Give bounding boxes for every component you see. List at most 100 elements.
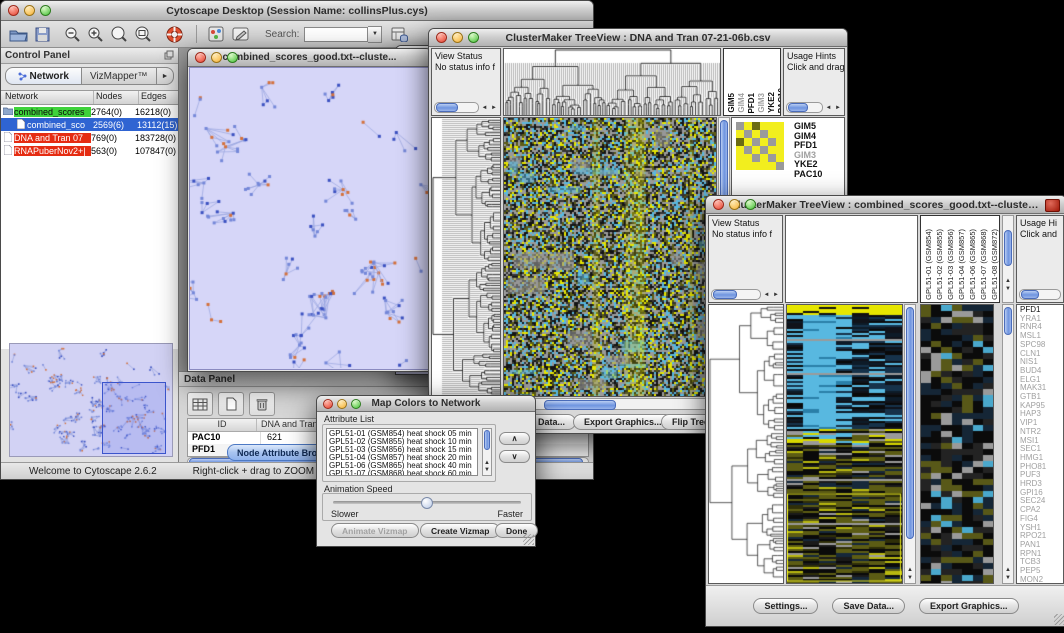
view-status-scrollbar[interactable]: ◄ ► <box>711 289 780 300</box>
delete-attribute-trash-icon[interactable] <box>249 392 275 416</box>
open-file-icon[interactable] <box>9 27 28 42</box>
minimize-button[interactable] <box>211 52 222 63</box>
new-attribute-icon[interactable] <box>218 392 244 416</box>
attribute-select-icon[interactable] <box>187 392 213 416</box>
matrix-cell <box>744 122 752 130</box>
id-column-header[interactable]: ID <box>188 419 257 431</box>
attribute-browser-icon[interactable] <box>391 26 408 42</box>
tv1-column-labels[interactable]: GIM5GIM4PFD1GIM3YKE2PAC10 <box>723 48 781 116</box>
vizmapper-icon[interactable] <box>208 26 224 42</box>
network-row-selected[interactable]: combined_sco 2569(6) 13112(15) <box>1 118 178 131</box>
network-graph-canvas[interactable] <box>190 68 429 368</box>
network-view-titlebar[interactable]: combined_scores_good.txt--cluste... <box>188 49 431 67</box>
zoom-fit-icon[interactable] <box>110 26 128 42</box>
tv1-zoom-matrix[interactable] <box>736 122 784 170</box>
tv2-save-data-button[interactable]: Save Data... <box>832 598 905 614</box>
zoom-button[interactable] <box>351 399 361 409</box>
zoom-button[interactable] <box>227 52 238 63</box>
tv1-column-dendrogram[interactable] <box>503 48 721 116</box>
treeview2-titlebar[interactable]: ClusterMaker TreeView : combined_scores_… <box>706 196 1064 214</box>
tv2-export-graphics-button[interactable]: Export Graphics... <box>919 598 1019 614</box>
tv2-settings-button[interactable]: Settings... <box>753 598 818 614</box>
tv2-heatmap-scrollbar[interactable]: ▲ ▼ <box>904 304 916 584</box>
zoom-button[interactable] <box>745 199 756 210</box>
minimize-button[interactable] <box>337 399 347 409</box>
tv2-genelist-scrollbar[interactable]: ▲ ▼ <box>1002 304 1014 584</box>
close-button[interactable] <box>436 32 447 43</box>
network-list-empty <box>1 157 178 349</box>
attribute-list-group: GPL51-01 (GSM854) heat shock 05 minGPL51… <box>322 424 496 482</box>
col-header-edges[interactable]: Edges <box>139 91 178 104</box>
close-button[interactable] <box>195 52 206 63</box>
network-nodes: 2569(6) <box>93 120 137 130</box>
col-header-network[interactable]: Network <box>1 91 94 104</box>
tv1-row-dendrogram[interactable] <box>431 117 501 397</box>
scroll-arrows[interactable]: ◄ ► <box>479 105 498 111</box>
move-down-button[interactable]: ∨ <box>499 450 530 463</box>
attribute-list[interactable]: GPL51-01 (GSM854) heat shock 05 minGPL51… <box>326 428 478 476</box>
create-vizmap-button[interactable]: Create Vizmap <box>420 523 500 538</box>
matrix-cell <box>768 154 776 162</box>
zoom-in-icon[interactable] <box>87 26 104 42</box>
minimize-button[interactable] <box>452 32 463 43</box>
tv1-export-graphics-button[interactable]: Export Graphics... <box>573 414 673 430</box>
close-button[interactable] <box>8 5 19 16</box>
tv2-column-dendrogram[interactable] <box>785 215 918 303</box>
tab-overflow-button[interactable]: ► <box>157 67 174 85</box>
tab-network[interactable]: Network <box>5 67 82 85</box>
scroll-arrows[interactable]: ◄ ► <box>761 292 780 298</box>
map-colors-dialog: Map Colors to Network Attribute List GPL… <box>316 395 536 547</box>
slider-thumb[interactable] <box>421 497 433 509</box>
close-button[interactable] <box>323 399 333 409</box>
matrix-cell <box>776 154 784 162</box>
animation-speed-slider[interactable] <box>333 501 521 504</box>
search-input[interactable] <box>304 27 368 42</box>
usage-hints-scrollbar[interactable] <box>1019 289 1061 300</box>
col-header-nodes[interactable]: Nodes <box>94 91 139 104</box>
annotation-icon[interactable] <box>232 27 249 42</box>
network-row[interactable]: combined_scores 2764(0) 16218(0) <box>1 105 178 118</box>
zoom-button[interactable] <box>468 32 479 43</box>
move-up-button[interactable]: ∧ <box>499 432 530 445</box>
view-status-scrollbar[interactable]: ◄ ► <box>434 102 498 113</box>
animate-vizmap-button[interactable]: Animate Vizmap <box>331 523 419 538</box>
dialog-titlebar[interactable]: Map Colors to Network <box>317 396 535 412</box>
tv2-top-scrollbar[interactable]: ▲ ▼ <box>1002 215 1014 303</box>
usage-hints-scrollbar[interactable]: ◄ ► <box>786 102 842 113</box>
network-row[interactable]: RNAPuberNov2+| 563(0) 107847(0) <box>1 144 178 157</box>
treeview1-titlebar[interactable]: ClusterMaker TreeView : DNA and Tran 07-… <box>429 29 847 47</box>
resize-grip[interactable] <box>523 534 534 545</box>
main-titlebar[interactable]: Cytoscape Desktop (Session Name: collins… <box>1 1 593 21</box>
matrix-cell <box>752 130 760 138</box>
matrix-cell <box>744 130 752 138</box>
float-panel-icon[interactable] <box>164 47 174 65</box>
help-lifering-icon[interactable] <box>166 26 183 43</box>
tv2-gene-labels[interactable]: PFD1YRA1RNR4MSL1SPC98CLN1NIS1BUD4ELG1MAK… <box>1016 304 1064 584</box>
birdseye-panel[interactable] <box>9 343 173 457</box>
tv2-heatmap[interactable] <box>786 304 903 584</box>
search-dropdown-button[interactable]: ▼ <box>368 26 382 43</box>
minimize-button[interactable] <box>729 199 740 210</box>
network-edges: 183728(0) <box>135 133 178 143</box>
tv1-heatmap[interactable] <box>503 117 717 397</box>
birdseye-viewport-rect[interactable] <box>102 382 166 454</box>
tv2-row-dendrogram[interactable] <box>708 304 784 584</box>
zoom-out-icon[interactable] <box>64 26 81 42</box>
network-nodes: 2764(0) <box>91 107 135 117</box>
save-icon[interactable] <box>35 27 50 42</box>
close-button[interactable] <box>713 199 724 210</box>
tab-vizmapper[interactable]: VizMapper™ <box>82 67 158 85</box>
zoom-button[interactable] <box>40 5 51 16</box>
treeview2-title: ClusterMaker TreeView : combined_scores_… <box>730 199 1042 211</box>
minimize-button[interactable] <box>24 5 35 16</box>
tv2-column-labels[interactable]: GPL51-01 (GSM854)GPL51-02 (GSM855)GPL51-… <box>920 215 1000 303</box>
treeview1-title: ClusterMaker TreeView : DNA and Tran 07-… <box>453 32 823 44</box>
network-row[interactable]: DNA and Tran 07 769(0) 183728(0) <box>1 131 178 144</box>
scroll-arrows[interactable]: ◄ ► <box>823 105 842 111</box>
attribute-list-scrollbar[interactable]: ▲ ▼ <box>482 428 492 476</box>
tv2-zoom-heatmap[interactable] <box>920 304 994 584</box>
zoom-selected-icon[interactable] <box>134 26 152 42</box>
view-status-text: No status info f <box>709 229 782 240</box>
resize-grip[interactable] <box>1054 614 1064 625</box>
tv1-row-labels[interactable]: GIM5GIM4PFD1GIM3YKE2PAC10 <box>794 122 822 179</box>
